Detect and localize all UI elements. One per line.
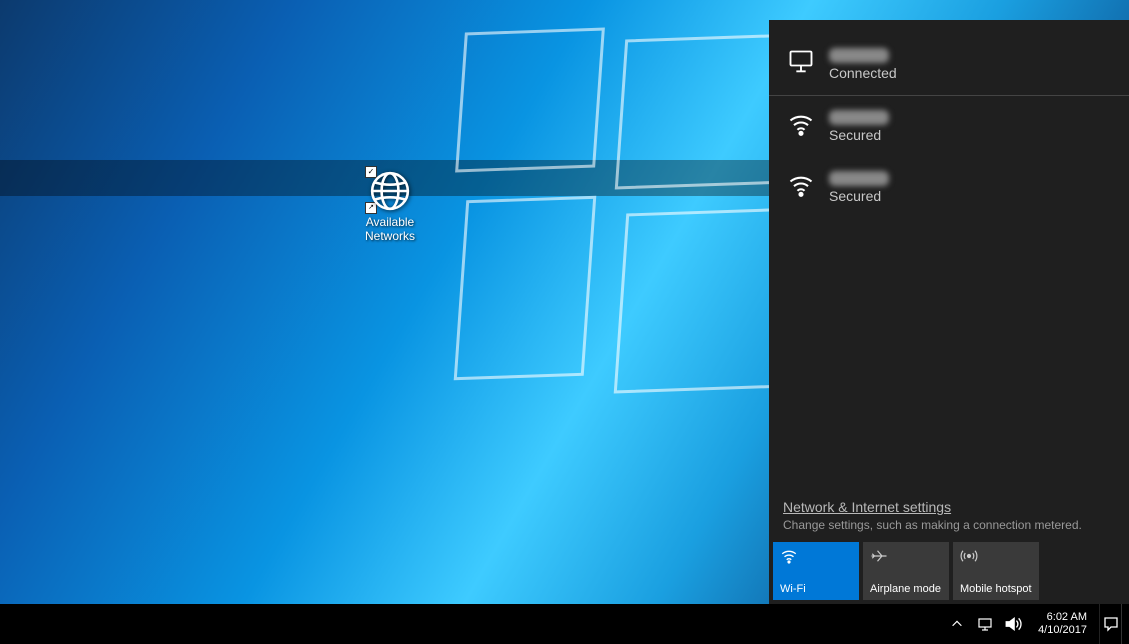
desktop-icon-available-networks[interactable]: ✓ ↗ AvailableNetworks [355,170,425,243]
settings-block: Network & Internet settings Change setti… [769,499,1129,542]
network-flyout: Connected Secured Secured [769,20,1129,604]
ethernet-icon [787,48,815,76]
network-name-redacted [829,110,889,125]
taskbar-clock[interactable]: 6:02 AM 4/10/2017 [1030,611,1095,637]
wifi-icon [787,110,815,138]
quick-action-wifi[interactable]: Wi-Fi [773,542,859,600]
network-status: Connected [829,65,897,81]
hotspot-icon [960,547,1032,565]
wifi-icon [787,171,815,199]
action-center-icon[interactable] [1099,604,1121,644]
taskbar-date: 4/10/2017 [1038,624,1087,637]
show-desktop-button[interactable] [1121,604,1127,644]
network-item-wifi-2[interactable]: Secured [769,157,1129,218]
quick-actions-row: Wi-Fi Airplane mode Mobile hotspot [769,542,1129,604]
taskbar-time: 6:02 AM [1038,611,1087,624]
quick-action-airplane[interactable]: Airplane mode [863,542,949,600]
network-list: Connected Secured Secured [769,20,1129,499]
network-item-wifi-1[interactable]: Secured [769,96,1129,157]
network-item-ethernet[interactable]: Connected [769,34,1129,96]
network-settings-link[interactable]: Network & Internet settings [783,499,951,515]
desktop-icon-label: AvailableNetworks [355,215,425,243]
tray-chevron-up-icon[interactable] [948,615,966,633]
globe-icon: ✓ ↗ [369,170,411,212]
quick-action-hotspot[interactable]: Mobile hotspot [953,542,1039,600]
airplane-icon [870,547,942,565]
tray-volume-icon[interactable] [1004,615,1022,633]
system-tray [940,604,1030,644]
taskbar: 6:02 AM 4/10/2017 [0,604,1129,644]
network-status: Secured [829,127,889,143]
wifi-icon [780,547,852,565]
settings-description: Change settings, such as making a connec… [783,518,1115,532]
network-name-redacted [829,48,889,63]
tray-network-icon[interactable] [976,615,994,633]
network-status: Secured [829,188,889,204]
network-name-redacted [829,171,889,186]
